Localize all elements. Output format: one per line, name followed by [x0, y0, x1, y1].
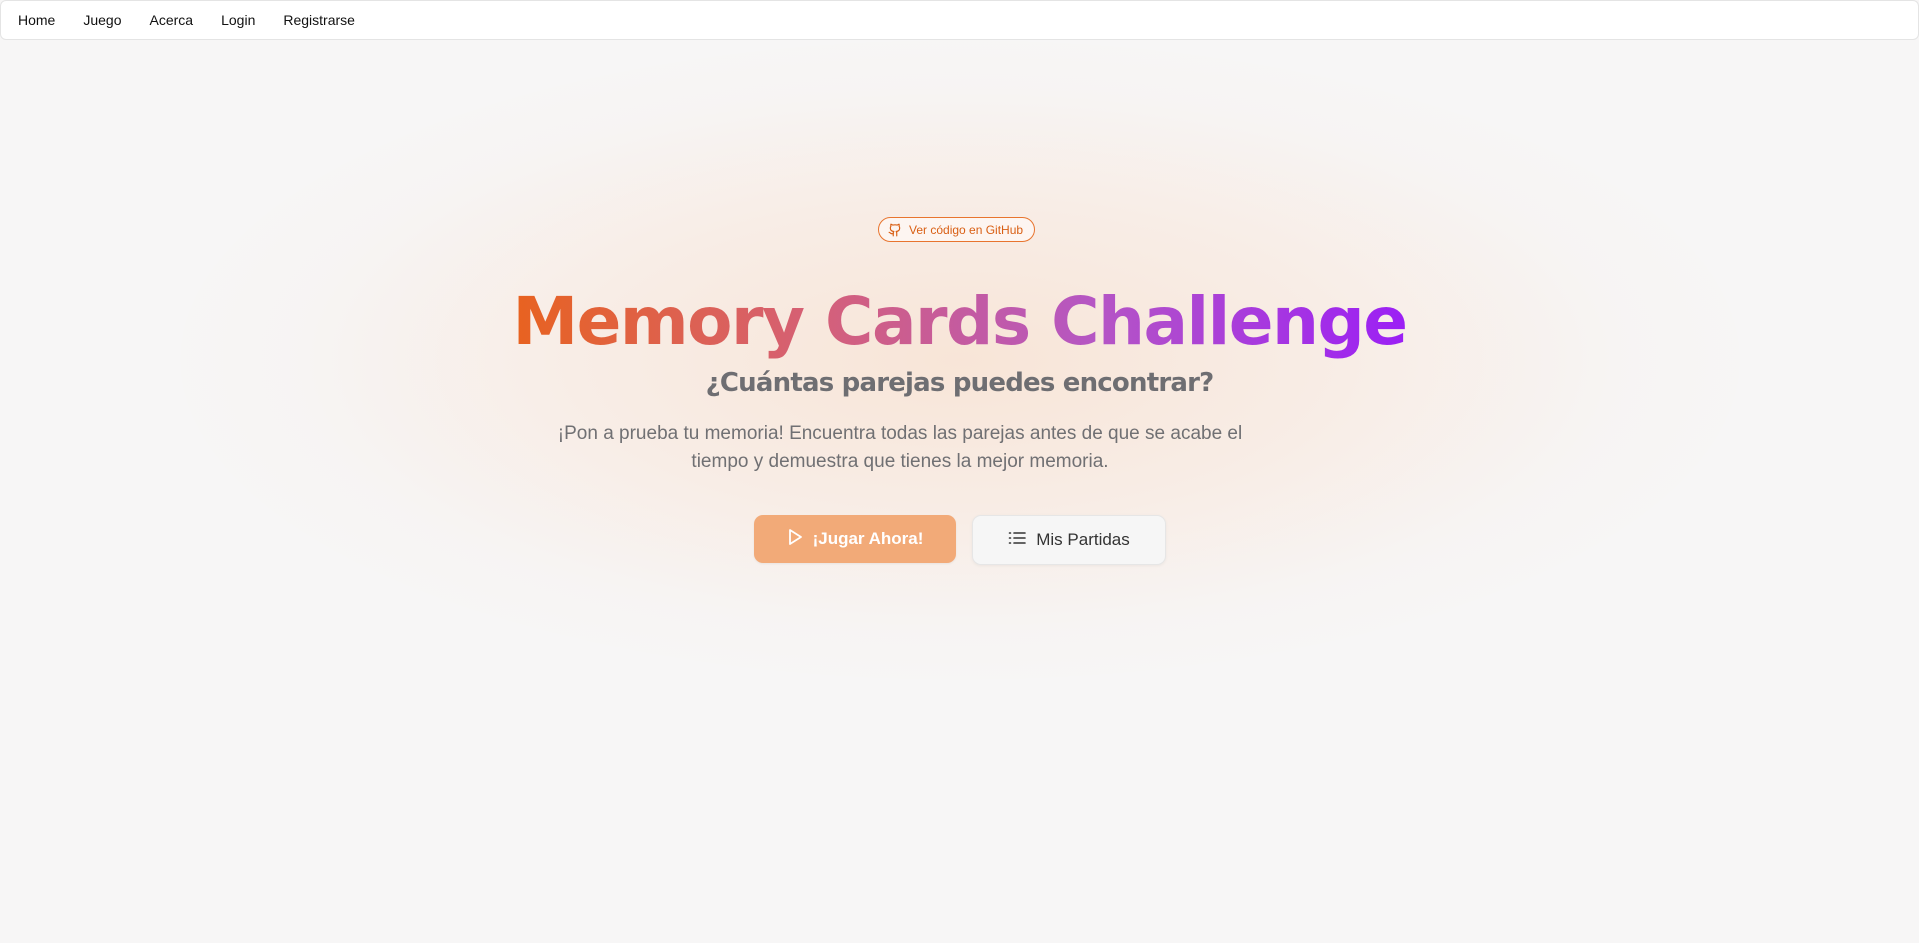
- navbar: Home Juego Acerca Login Registrarse: [0, 0, 1919, 40]
- nav-link-login[interactable]: Login: [221, 12, 255, 28]
- play-icon: [787, 528, 803, 551]
- my-games-button[interactable]: Mis Partidas: [972, 515, 1166, 565]
- play-now-label: ¡Jugar Ahora!: [812, 529, 924, 548]
- nav-link-home[interactable]: Home: [18, 12, 55, 28]
- page-title-text: Memory Cards Challenge: [512, 283, 1408, 360]
- list-icon: [1008, 530, 1027, 551]
- page-title: Memory Cards Challenge: [0, 282, 1919, 362]
- nav-link-acerca[interactable]: Acerca: [150, 12, 194, 28]
- my-games-label: Mis Partidas: [1036, 530, 1130, 549]
- nav-link-juego[interactable]: Juego: [83, 12, 121, 28]
- github-badge-link[interactable]: Ver código en GitHub: [878, 217, 1036, 242]
- nav-link-registrarse[interactable]: Registrarse: [283, 12, 355, 28]
- play-now-button[interactable]: ¡Jugar Ahora!: [754, 515, 956, 563]
- github-icon: [888, 223, 902, 237]
- page-subtitle: ¿Cuántas parejas puedes encontrar?: [705, 368, 1215, 398]
- github-badge-label: Ver código en GitHub: [909, 222, 1024, 237]
- hero-section: Ver código en GitHub Memory Cards Challe…: [0, 0, 1919, 943]
- hero-description: ¡Pon a prueba tu memoria! Encuentra toda…: [557, 423, 1243, 472]
